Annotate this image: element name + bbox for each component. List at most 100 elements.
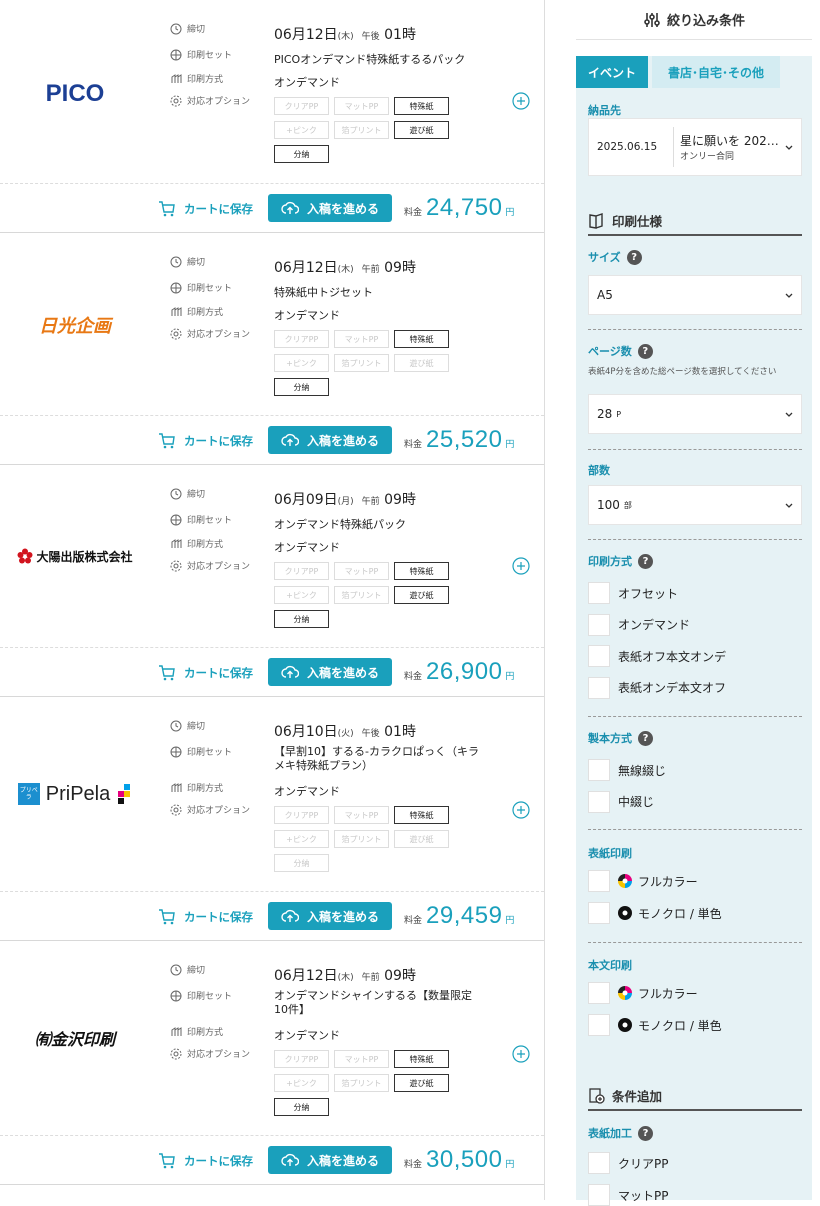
print-method-label: 印刷方式 [170, 781, 223, 794]
expand-plus-icon[interactable] [512, 1045, 530, 1063]
deadline-label: 締切 [170, 719, 205, 732]
print-method-checkbox[interactable]: 表紙オンデ本文オフ [588, 676, 726, 699]
print-set-label-icon [170, 514, 182, 525]
cart-icon [159, 1153, 175, 1169]
help-icon[interactable]: ? [638, 730, 653, 746]
binding-method-checkbox[interactable]: 無線綴じ [588, 759, 666, 781]
print-method-label: 印刷方式 [170, 537, 223, 550]
chevron-down-icon [785, 293, 793, 298]
options-label-icon [170, 328, 182, 339]
options-label-icon [170, 95, 182, 106]
cover-finish-clear-checkbox[interactable]: クリアPP [588, 1152, 668, 1174]
help-icon[interactable]: ? [638, 553, 653, 569]
cover-finish-matte-checkbox[interactable]: マットPP [588, 1184, 668, 1206]
proceed-upload-button[interactable]: 入稿を進める [268, 1146, 392, 1174]
vendor-logo: プリペラ PriPela [0, 697, 150, 891]
save-to-cart-button[interactable]: カートに保存 [158, 1152, 253, 1170]
card-actions: カートに保存 入稿を進める 料金 30,500 円 [0, 1135, 544, 1185]
deadline-label: 締切 [170, 963, 205, 976]
print-method-value: オンデマンド [274, 785, 340, 798]
options-label: 対応オプション [170, 94, 250, 107]
cover-finish-matte-label: マットPP [618, 1188, 669, 1203]
price: 料金 25,520 円 [404, 426, 515, 453]
pages-select[interactable]: 28 P [588, 394, 802, 434]
cloud-upload-icon [281, 1153, 299, 1166]
option-chip: マットPP [334, 562, 389, 580]
option-chip: 遊び紙 [394, 1074, 449, 1092]
proceed-upload-button[interactable]: 入稿を進める [268, 902, 392, 930]
deadline-value: 06月09日(月) 午前 09時 [274, 492, 416, 508]
copies-select[interactable]: 100 部 [588, 485, 802, 525]
print-method-checkbox[interactable]: オンデマンド [588, 613, 690, 636]
tab-event[interactable]: イベント [576, 56, 648, 88]
print-method-checkbox[interactable]: オフセット [588, 582, 678, 604]
cmyk-squares-icon [118, 784, 131, 804]
vendor-logo: ㈲金沢印刷 [0, 941, 150, 1135]
tab-other[interactable]: 書店･自宅･その他 [652, 56, 780, 88]
proceed-upload-button[interactable]: 入稿を進める [268, 658, 392, 686]
size-select[interactable]: A5 [588, 275, 802, 315]
price-value: 26,900 [426, 658, 503, 685]
delivery-select[interactable]: 2025.06.15 星に願いを 202… オンリー合同 [588, 118, 802, 176]
option-chip: +ピンク [274, 354, 329, 372]
binding-label: 製本方式? [588, 730, 653, 746]
option-chip: 箔プリント [334, 830, 389, 848]
proceed-upload-button[interactable]: 入稿を進める [268, 194, 392, 222]
body-fullcolor-checkbox[interactable]: フルカラー [588, 982, 698, 1004]
cover-mono-checkbox[interactable]: モノクロ / 単色 [588, 902, 722, 924]
deadline-label: 締切 [170, 487, 205, 500]
print-set-label: 印刷セット [170, 745, 232, 758]
option-chip: 特殊紙 [394, 330, 449, 348]
option-chip: 遊び紙 [394, 586, 449, 604]
svg-text:㈲金沢印刷: ㈲金沢印刷 [35, 1030, 118, 1049]
help-icon[interactable]: ? [638, 1125, 653, 1141]
print-set-value: 特殊紙中トジセット [274, 286, 373, 299]
add-condition-title: 条件追加 [612, 1089, 663, 1104]
print-set-label-icon [170, 282, 182, 293]
help-icon[interactable]: ? [626, 249, 642, 265]
divider [588, 942, 802, 943]
option-chip: 箔プリント [334, 586, 389, 604]
option-chip: クリアPP [274, 562, 329, 580]
print-method-label-icon [171, 306, 182, 316]
svg-text:PICO: PICO [46, 80, 105, 107]
binding-method-label: 中綴じ [618, 795, 655, 809]
size-value: A5 [597, 288, 613, 302]
help-icon[interactable]: ? [637, 343, 653, 359]
save-to-cart-button[interactable]: カートに保存 [158, 908, 253, 926]
print-method-label-icon [171, 73, 182, 83]
pages-note: 表紙4P分を含めた総ページ数を選択してください [588, 367, 777, 377]
proceed-upload-button[interactable]: 入稿を進める [268, 426, 392, 454]
binding-method-checkbox[interactable]: 中綴じ [588, 790, 655, 813]
filter-title: 絞り込み条件 [666, 14, 745, 29]
pages-value: 28 [597, 407, 613, 421]
option-chip: 遊び紙 [394, 830, 449, 848]
print-method-value: オンデマンド [274, 541, 340, 554]
print-set-label-icon [170, 990, 182, 1001]
price-value: 25,520 [426, 426, 503, 453]
print-method-value: オンデマンド [274, 76, 340, 89]
result-list: PICO 締切 印刷セット 印刷方式 対応オプション 06月12日(木) 午後 01時 PIC… [0, 0, 545, 1200]
cover-finish-clear-label: クリアPP [618, 1156, 669, 1171]
price-value: 30,500 [426, 1146, 503, 1173]
body-mono-checkbox[interactable]: モノクロ / 単色 [588, 1014, 722, 1036]
option-chip: 箔プリント [334, 121, 389, 139]
options-label-icon [170, 804, 182, 815]
print-method-checkbox[interactable]: 表紙オフ本文オンデ [588, 645, 726, 667]
save-to-cart-button[interactable]: カートに保存 [158, 664, 253, 682]
expand-plus-icon[interactable] [512, 92, 530, 110]
cover-fullcolor-checkbox[interactable]: フルカラー [588, 870, 698, 892]
cloud-upload-icon [281, 909, 299, 922]
cloud-upload-icon [281, 665, 299, 678]
save-to-cart-button[interactable]: カートに保存 [158, 200, 253, 218]
option-chip: +ピンク [274, 121, 329, 139]
save-to-cart-button[interactable]: カートに保存 [158, 432, 253, 450]
cmyk-icon [618, 874, 632, 888]
expand-plus-icon[interactable] [512, 801, 530, 819]
expand-plus-icon[interactable] [512, 557, 530, 575]
result-card: ㈲金沢印刷 締切 印刷セット 印刷方式 対応オプション 06月12日(木) 午前 09時 オン… [0, 941, 544, 1185]
print-method-label-icon [171, 782, 182, 792]
nikko-logo: 日光企画 [39, 316, 114, 337]
filter-panel: 絞り込み条件 イベント 書店･自宅･その他 納品先 2025.06.15 星に願… [576, 0, 812, 1206]
price: 料金 29,459 円 [404, 902, 515, 929]
